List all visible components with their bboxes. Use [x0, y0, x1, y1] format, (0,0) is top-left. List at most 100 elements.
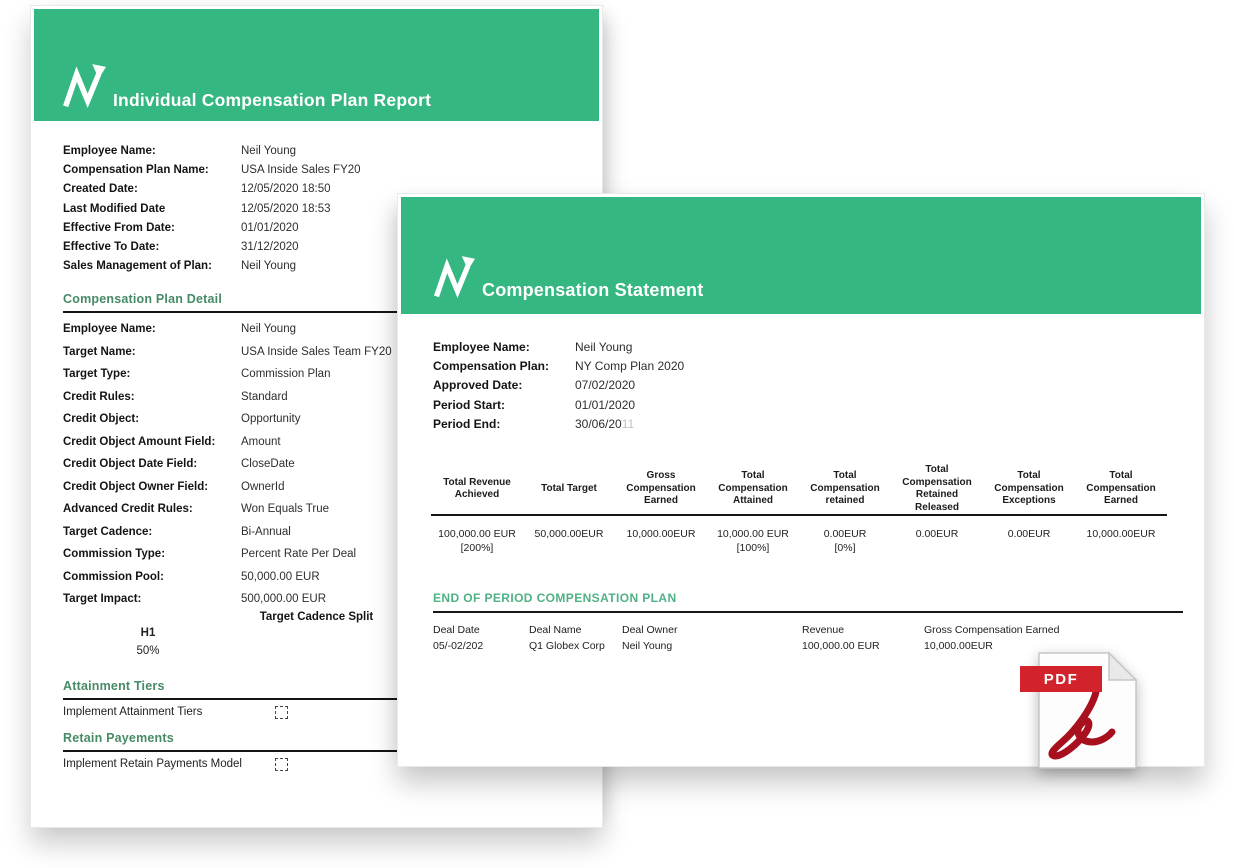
summary-header-cell: Total Compensation Exceptions [994, 470, 1064, 507]
summary-value: 0.00EUR [823, 528, 867, 541]
field-label: Effective To Date: [63, 241, 160, 254]
retain-row-label: Implement Retain Payments Model [63, 758, 242, 771]
summary-header-cell: Total Compensation Retained Released [902, 464, 972, 513]
summary-value: 10,000.00EUR [626, 528, 696, 541]
deal-cell: Deal Name Q1 Globex Corp [529, 622, 622, 654]
field-label: Period End: [433, 416, 501, 431]
field-value: 01/01/2020 [575, 397, 636, 412]
field-label: Employee Name: [63, 323, 156, 336]
attainment-checkbox[interactable] [275, 705, 288, 719]
field-label: Period Start: [433, 397, 506, 412]
info-row: Compensation Plan: NY Comp Plan 2020 [433, 357, 1169, 376]
compensation-summary-table: Total Revenue Achieved Total Target Gros… [431, 464, 1167, 555]
attainment-row-label: Implement Attainment Tiers [63, 706, 203, 719]
summary-value-cell: 50,000.00EUR [523, 527, 615, 555]
deal-header: Revenue [802, 624, 845, 637]
summary-header-row: Total Revenue Achieved Total Target Gros… [431, 464, 1167, 517]
deal-value: Neil Young [622, 640, 673, 653]
deal-header: Deal Owner [622, 624, 678, 637]
pdf-file-icon[interactable]: PDF [1020, 650, 1142, 772]
field-label: Compensation Plan Name: [63, 164, 209, 177]
field-label: Advanced Credit Rules: [63, 503, 193, 516]
summary-value-cell: 0.00EUR [891, 527, 983, 555]
field-label: Credit Rules: [63, 390, 135, 403]
summary-value: 10,000.00 EUR [717, 528, 789, 541]
field-label: Commission Pool: [63, 570, 164, 583]
end-of-period-title: END OF PERIOD COMPENSATION PLAN [433, 591, 1183, 614]
deal-cell: Revenue 100,000.00 EUR [802, 622, 924, 654]
period-end-value: 30/06/20 [575, 416, 622, 431]
field-label: Commission Type: [63, 548, 166, 561]
field-label: Target Cadence: [63, 525, 153, 538]
summary-value-cell: 10,000.00 EUR [100%] [707, 527, 799, 555]
summary-value: 0.00EUR [1007, 528, 1051, 541]
field-label: Target Name: [63, 345, 136, 358]
summary-header-cell: Total Revenue Achieved [443, 476, 511, 501]
summary-value-cell: 100,000.00 EUR [200%] [431, 527, 523, 555]
field-label: Credit Object: [63, 413, 140, 426]
statement-title: Compensation Statement [482, 280, 704, 300]
field-label: Target Type: [63, 368, 131, 381]
summary-value: 100,000.00 EUR [438, 528, 516, 541]
retain-checkbox[interactable] [275, 757, 288, 771]
info-row: Period Start: 01/01/2020 [433, 396, 1169, 415]
summary-value-cell: 0.00EUR [0%] [799, 527, 891, 555]
summary-value-cell: 0.00EUR [983, 527, 1075, 555]
field-value: NY Comp Plan 2020 [575, 359, 685, 374]
statement-header-bar: Compensation Statement [401, 197, 1201, 314]
summary-value: 10,000.00EUR [1086, 528, 1156, 541]
deal-header: Gross Compensation Earned [924, 624, 1060, 637]
deal-cell: Deal Owner Neil Young [622, 622, 802, 654]
end-of-period-section: END OF PERIOD COMPENSATION PLAN Deal Dat… [433, 591, 1183, 654]
info-row: Period End: 30/06/2011 [433, 415, 1169, 434]
field-label: Sales Management of Plan: [63, 260, 212, 273]
period-end-faint-digits: 11 [621, 416, 635, 431]
summary-header-cell: Gross Compensation Earned [626, 470, 696, 507]
info-row: Compensation Plan Name: USA Inside Sales … [63, 161, 570, 180]
cadence-value: 50% [136, 644, 160, 657]
summary-value: 50,000.00EUR [534, 528, 604, 541]
deal-cell: Deal Date 05/-02/202 [433, 622, 529, 654]
field-label: Credit Object Owner Field: [63, 480, 209, 493]
field-label: Effective From Date: [63, 221, 175, 234]
field-label: Created Date: [63, 183, 138, 196]
field-label: Last Modified Date [63, 202, 166, 215]
field-label: Compensation Plan: [433, 359, 550, 374]
summary-sub-value: [0%] [834, 542, 856, 555]
deal-value: Q1 Globex Corp [529, 640, 605, 653]
statement-content: Employee Name: Neil Young Compensation Pl… [398, 338, 1204, 654]
field-label: Credit Object Amount Field: [63, 435, 216, 448]
field-value: USA Inside Sales FY20 [241, 164, 361, 177]
summary-values-row: 100,000.00 EUR [200%] 50,000.00EUR 10,000… [431, 516, 1167, 555]
field-label: Employee Name: [63, 145, 156, 157]
trend-arrow-icon [434, 256, 475, 298]
summary-value: 0.00EUR [915, 528, 959, 541]
trend-arrow-icon [63, 64, 106, 108]
field-label: Employee Name: [433, 340, 530, 354]
summary-header-cell: Total Target [541, 482, 597, 494]
deal-header: Deal Name [529, 624, 582, 637]
pdf-badge-label: PDF [1020, 666, 1102, 692]
field-label: Target Impact: [63, 593, 142, 606]
statement-info-block: Employee Name: Neil Young Compensation Pl… [433, 338, 1169, 434]
field-label: Credit Object Date Field: [63, 458, 198, 471]
field-value: Neil Young [575, 340, 633, 354]
report-title: Individual Compensation Plan Report [113, 90, 432, 110]
summary-header-cell: Total Compensation retained [810, 470, 880, 507]
summary-header-cell: Total Compensation Earned [1086, 470, 1156, 507]
screenshot-canvas: Individual Compensation Plan Report Empl… [0, 0, 1234, 868]
info-row: Approved Date: 07/02/2020 [433, 376, 1169, 395]
deal-value: 05/-02/202 [433, 640, 484, 653]
deal-header: Deal Date [433, 624, 480, 637]
cadence-column-h1: H1 [140, 626, 156, 639]
info-row: Employee Name: Neil Young [433, 338, 1169, 357]
summary-header-cell: Total Compensation Attained [718, 470, 788, 507]
field-value: 30/06/2011 [575, 415, 1169, 434]
summary-sub-value: [100%] [736, 542, 770, 555]
summary-sub-value: [200%] [460, 542, 494, 555]
summary-value-cell: 10,000.00EUR [615, 527, 707, 555]
info-row: Employee Name: Neil Young [63, 142, 570, 161]
summary-value-cell: 10,000.00EUR [1075, 527, 1167, 555]
report-header-bar: Individual Compensation Plan Report [34, 9, 599, 121]
deal-value: 100,000.00 EUR [802, 640, 880, 653]
